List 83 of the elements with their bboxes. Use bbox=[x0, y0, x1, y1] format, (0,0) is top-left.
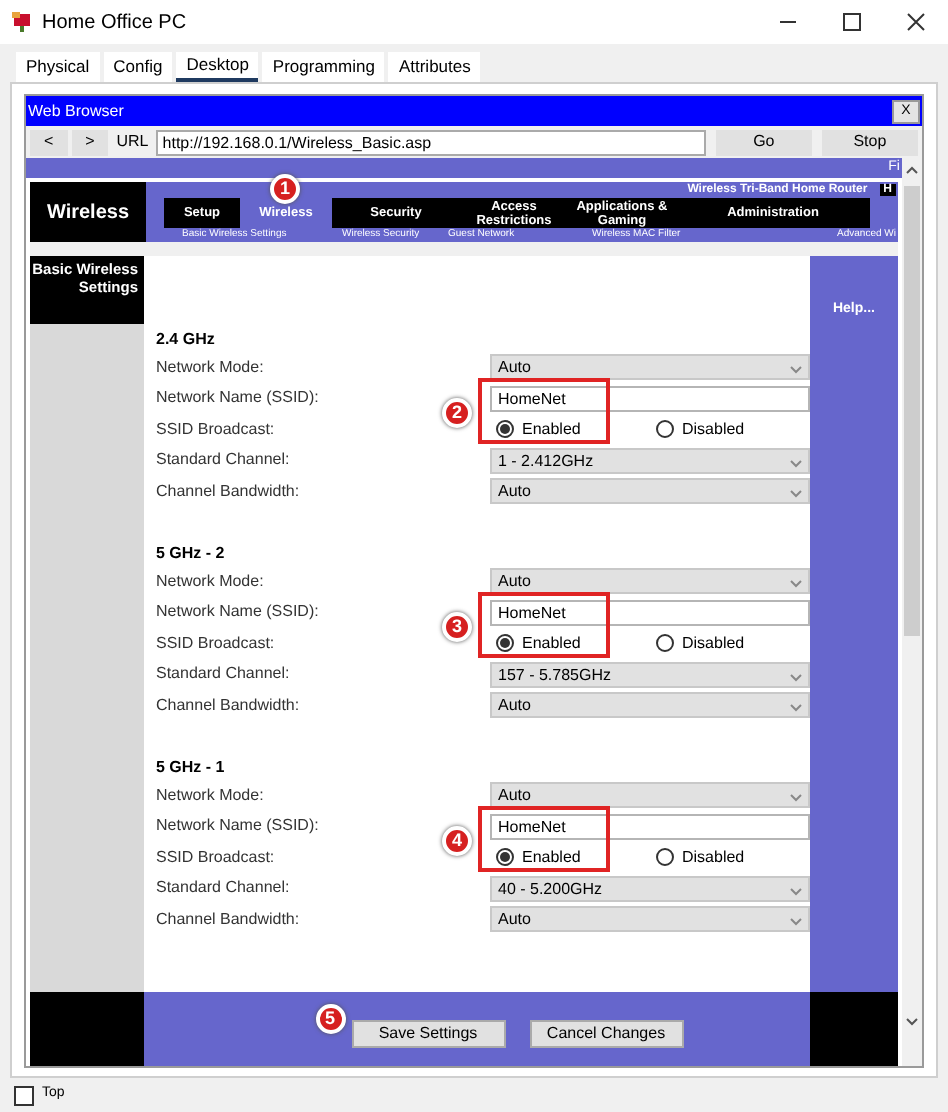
radio-label: Enabled bbox=[522, 631, 581, 656]
back-button[interactable]: < bbox=[30, 129, 68, 155]
section-heading: 5 GHz - 1 bbox=[156, 756, 227, 780]
dropdown[interactable]: 157 - 5.785GHz bbox=[490, 661, 810, 688]
dropdown[interactable]: Auto bbox=[490, 568, 810, 595]
chevron-down-icon bbox=[790, 704, 802, 713]
field-label: Standard Channel: bbox=[156, 448, 292, 473]
highlight-frame bbox=[478, 805, 610, 871]
field-label: SSID Broadcast: bbox=[156, 845, 277, 870]
field-label: Standard Channel: bbox=[156, 662, 292, 687]
radio-button[interactable] bbox=[496, 420, 514, 439]
forward-button[interactable]: > bbox=[71, 129, 109, 155]
footer-left-block bbox=[30, 992, 144, 1066]
dropdown[interactable]: Auto bbox=[490, 906, 810, 933]
dropdown[interactable]: Auto bbox=[490, 692, 810, 719]
chevron-down-icon bbox=[790, 673, 802, 682]
step-marker: 2 bbox=[442, 397, 472, 427]
field-label: SSID Broadcast: bbox=[156, 417, 277, 442]
field-label: Network Mode: bbox=[156, 569, 266, 594]
step-marker: 4 bbox=[442, 825, 472, 855]
footer-right-block bbox=[810, 992, 898, 1066]
section-title: Wireless bbox=[30, 182, 146, 242]
form-button[interactable]: Cancel Changes bbox=[529, 1019, 683, 1047]
field-label: Network Mode: bbox=[156, 355, 266, 380]
url-field[interactable]: http://192.168.0.1/Wireless_Basic.asp bbox=[156, 129, 706, 155]
dropdown[interactable]: 40 - 5.200GHz bbox=[490, 875, 810, 902]
field-label: Standard Channel: bbox=[156, 876, 292, 901]
close-icon[interactable] bbox=[906, 12, 926, 32]
window-title: Home Office PC bbox=[42, 9, 187, 37]
form-button[interactable]: Save Settings bbox=[351, 1019, 505, 1047]
tab[interactable]: Config bbox=[103, 52, 173, 82]
scrollbar[interactable] bbox=[902, 158, 922, 1066]
radio-label: Disabled bbox=[682, 845, 745, 870]
chevron-down-icon bbox=[790, 887, 802, 896]
radio-label: Enabled bbox=[522, 845, 581, 870]
dropdown[interactable]: Auto bbox=[490, 354, 810, 381]
highlight-frame bbox=[478, 377, 610, 443]
go-button[interactable]: Go bbox=[715, 129, 812, 155]
radio-button[interactable] bbox=[656, 634, 674, 653]
text-field[interactable]: HomeNet bbox=[490, 385, 810, 412]
url-label: URL bbox=[114, 130, 151, 154]
tab[interactable]: Programming bbox=[262, 52, 385, 82]
dropdown[interactable]: Auto bbox=[490, 782, 810, 809]
radio-label: Disabled bbox=[682, 417, 745, 442]
text-field[interactable]: HomeNet bbox=[490, 813, 810, 840]
chevron-down-icon bbox=[790, 794, 802, 803]
radio-button[interactable] bbox=[656, 420, 674, 439]
text-field[interactable]: HomeNet bbox=[490, 599, 810, 626]
chevron-down-icon bbox=[790, 918, 802, 927]
step-marker: 5 bbox=[315, 1003, 345, 1033]
app-icon bbox=[10, 10, 34, 34]
field-label: Channel Bandwidth: bbox=[156, 907, 302, 932]
radio-label: Disabled bbox=[682, 631, 745, 656]
chevron-down-icon bbox=[790, 459, 802, 468]
field-label: Network Name (SSID): bbox=[156, 600, 321, 625]
checkbox[interactable] bbox=[14, 1085, 34, 1105]
scroll-up-icon[interactable] bbox=[906, 166, 918, 174]
radio-button[interactable] bbox=[496, 848, 514, 867]
field-label: Network Mode: bbox=[156, 783, 266, 808]
section-heading: 2.4 GHz bbox=[156, 328, 217, 352]
field-label: Network Name (SSID): bbox=[156, 814, 321, 839]
chevron-down-icon bbox=[790, 366, 802, 375]
field-label: Channel Bandwidth: bbox=[156, 693, 302, 718]
tab[interactable]: Physical bbox=[16, 52, 100, 82]
section-heading: 5 GHz - 2 bbox=[156, 542, 227, 566]
step-marker: 3 bbox=[442, 611, 472, 641]
scroll-down-icon[interactable] bbox=[906, 1018, 918, 1026]
stop-button[interactable]: Stop bbox=[821, 129, 918, 155]
chevron-down-icon bbox=[790, 490, 802, 499]
radio-label: Enabled bbox=[522, 417, 581, 442]
browser-title: Web Browser bbox=[28, 99, 124, 123]
field-label: Channel Bandwidth: bbox=[156, 479, 302, 504]
dropdown[interactable]: 1 - 2.412GHz bbox=[490, 447, 810, 474]
field-label: Network Name (SSID): bbox=[156, 386, 321, 411]
chevron-down-icon bbox=[790, 580, 802, 589]
radio-button[interactable] bbox=[656, 848, 674, 867]
highlight-frame bbox=[478, 591, 610, 657]
radio-button[interactable] bbox=[496, 634, 514, 653]
maximize-icon[interactable] bbox=[842, 12, 862, 32]
field-label: SSID Broadcast: bbox=[156, 631, 277, 656]
tab[interactable]: Desktop bbox=[176, 52, 259, 82]
tab[interactable]: Attributes bbox=[388, 52, 481, 82]
dropdown[interactable]: Auto bbox=[490, 478, 810, 505]
